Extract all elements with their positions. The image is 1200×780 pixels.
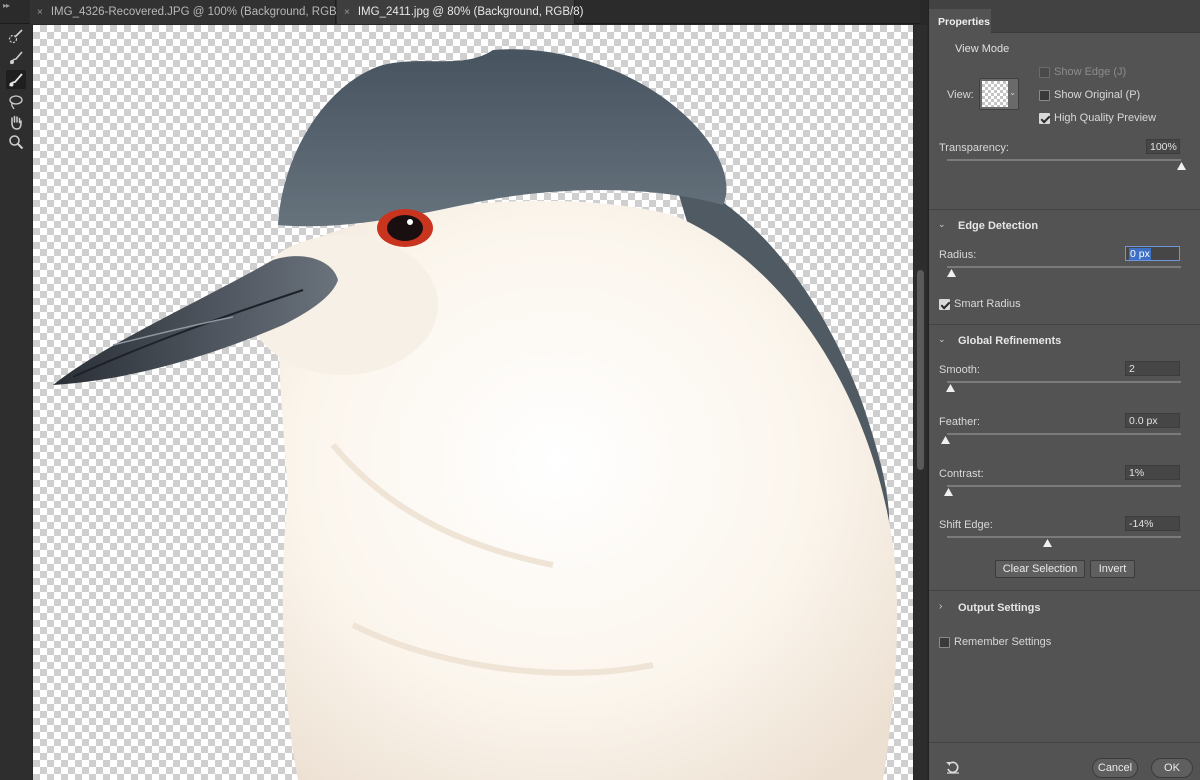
scrollbar-thumb[interactable] [917, 270, 924, 470]
high-quality-preview-checkbox[interactable] [1039, 113, 1050, 124]
output-settings-heading[interactable]: Output Settings [958, 602, 1041, 614]
remember-settings-label: Remember Settings [954, 636, 1052, 648]
smart-radius-checkbox[interactable] [939, 299, 950, 310]
feather-slider-track[interactable] [947, 433, 1181, 435]
smooth-field[interactable]: 2 [1125, 361, 1180, 376]
radius-value: 0 px [1129, 248, 1151, 260]
divider [929, 590, 1200, 591]
chevron-down-icon[interactable]: ⌄ [938, 219, 946, 230]
transparency-slider-thumb[interactable] [1176, 162, 1186, 170]
image-canvas[interactable] [33, 25, 913, 780]
tab-img-4326[interactable]: × IMG_4326-Recovered.JPG @ 100% (Backgro… [30, 0, 358, 24]
feather-field[interactable]: 0.0 px [1125, 413, 1180, 428]
edge-detection-heading[interactable]: Edge Detection [958, 220, 1038, 232]
invert-button[interactable]: Invert [1090, 560, 1135, 578]
feather-label: Feather: [939, 416, 980, 428]
transparency-value: 100% [1150, 141, 1177, 153]
shift-edge-field[interactable]: -14% [1125, 516, 1180, 531]
zoom-icon[interactable] [6, 132, 26, 151]
smart-radius-label: Smart Radius [954, 298, 1021, 310]
panel-tab-properties[interactable]: Properties [929, 9, 991, 33]
global-refinements-heading[interactable]: Global Refinements [958, 335, 1061, 347]
transparency-slider-track[interactable] [947, 159, 1181, 161]
close-icon[interactable]: × [37, 7, 43, 18]
chevron-down-icon: ⌄ [1009, 88, 1016, 97]
smooth-slider-thumb[interactable] [946, 384, 955, 392]
vertical-scrollbar[interactable] [914, 25, 927, 780]
shift-edge-slider-track[interactable] [947, 536, 1181, 538]
smooth-value: 2 [1129, 363, 1135, 375]
divider [929, 209, 1200, 210]
panel-tab-bar: Properties [929, 0, 1200, 33]
radius-slider-track[interactable] [947, 266, 1181, 268]
transparency-field[interactable]: 100% [1146, 139, 1180, 154]
radius-label: Radius: [939, 249, 977, 261]
divider [929, 742, 1200, 743]
contrast-label: Contrast: [939, 468, 984, 480]
lasso-icon[interactable] [6, 92, 26, 111]
cancel-button[interactable]: Cancel [1092, 758, 1138, 778]
radius-slider-thumb[interactable] [947, 269, 956, 277]
show-edge-checkbox[interactable] [1039, 67, 1050, 78]
shift-edge-value: -14% [1129, 518, 1154, 530]
feather-slider-thumb[interactable] [941, 436, 950, 444]
refine-edge-brush-icon[interactable] [6, 48, 26, 67]
tool-panel [0, 24, 32, 780]
view-mode-heading: View Mode [955, 43, 1010, 55]
tab-label: IMG_2411.jpg @ 80% (Background, RGB/8) [357, 6, 584, 18]
transparency-label: Transparency: [939, 142, 1009, 154]
feather-value: 0.0 px [1129, 415, 1158, 427]
contrast-slider-track[interactable] [947, 485, 1181, 487]
view-mode-dropdown[interactable]: ⌄ [979, 78, 1019, 110]
ok-button[interactable]: OK [1151, 758, 1193, 778]
divider [929, 324, 1200, 325]
hand-icon[interactable] [6, 112, 26, 131]
contrast-value: 1% [1129, 467, 1145, 479]
show-edge-label: Show Edge (J) [1054, 66, 1127, 78]
contrast-slider-thumb[interactable] [944, 488, 953, 496]
radius-field[interactable]: 0 px [1125, 246, 1180, 261]
view-label: View: [947, 89, 974, 101]
show-original-label: Show Original (P) [1054, 89, 1141, 101]
show-original-checkbox[interactable] [1039, 90, 1050, 101]
quick-selection-icon[interactable] [6, 26, 26, 45]
chevron-right-icon[interactable]: › [939, 601, 942, 612]
reset-icon[interactable] [945, 760, 961, 774]
collapse-arrows-icon[interactable]: ▸▸ [3, 1, 10, 10]
smooth-slider-track[interactable] [947, 381, 1181, 383]
brush-icon[interactable] [6, 70, 26, 89]
properties-panel: Properties View Mode View: ⌄ Show Edge (… [928, 0, 1200, 780]
shift-edge-label: Shift Edge: [939, 519, 993, 531]
contrast-field[interactable]: 1% [1125, 465, 1180, 480]
close-icon[interactable]: × [344, 7, 350, 18]
tab-img-2411[interactable]: × IMG_2411.jpg @ 80% (Background, RGB/8) [337, 0, 583, 24]
heron-image [53, 49, 898, 780]
document-tab-bar: ▸▸ × IMG_4326-Recovered.JPG @ 100% (Back… [0, 0, 920, 24]
chevron-down-icon[interactable]: ⌄ [938, 334, 946, 345]
tab-label: IMG_4326-Recovered.JPG @ 100% (Backgroun… [50, 6, 358, 18]
high-quality-preview-label: High Quality Preview [1054, 112, 1157, 124]
clear-selection-button[interactable]: Clear Selection [995, 560, 1085, 578]
view-thumbnail [982, 81, 1008, 107]
remember-settings-checkbox[interactable] [939, 637, 950, 648]
shift-edge-slider-thumb[interactable] [1043, 539, 1052, 547]
smooth-label: Smooth: [939, 364, 980, 376]
